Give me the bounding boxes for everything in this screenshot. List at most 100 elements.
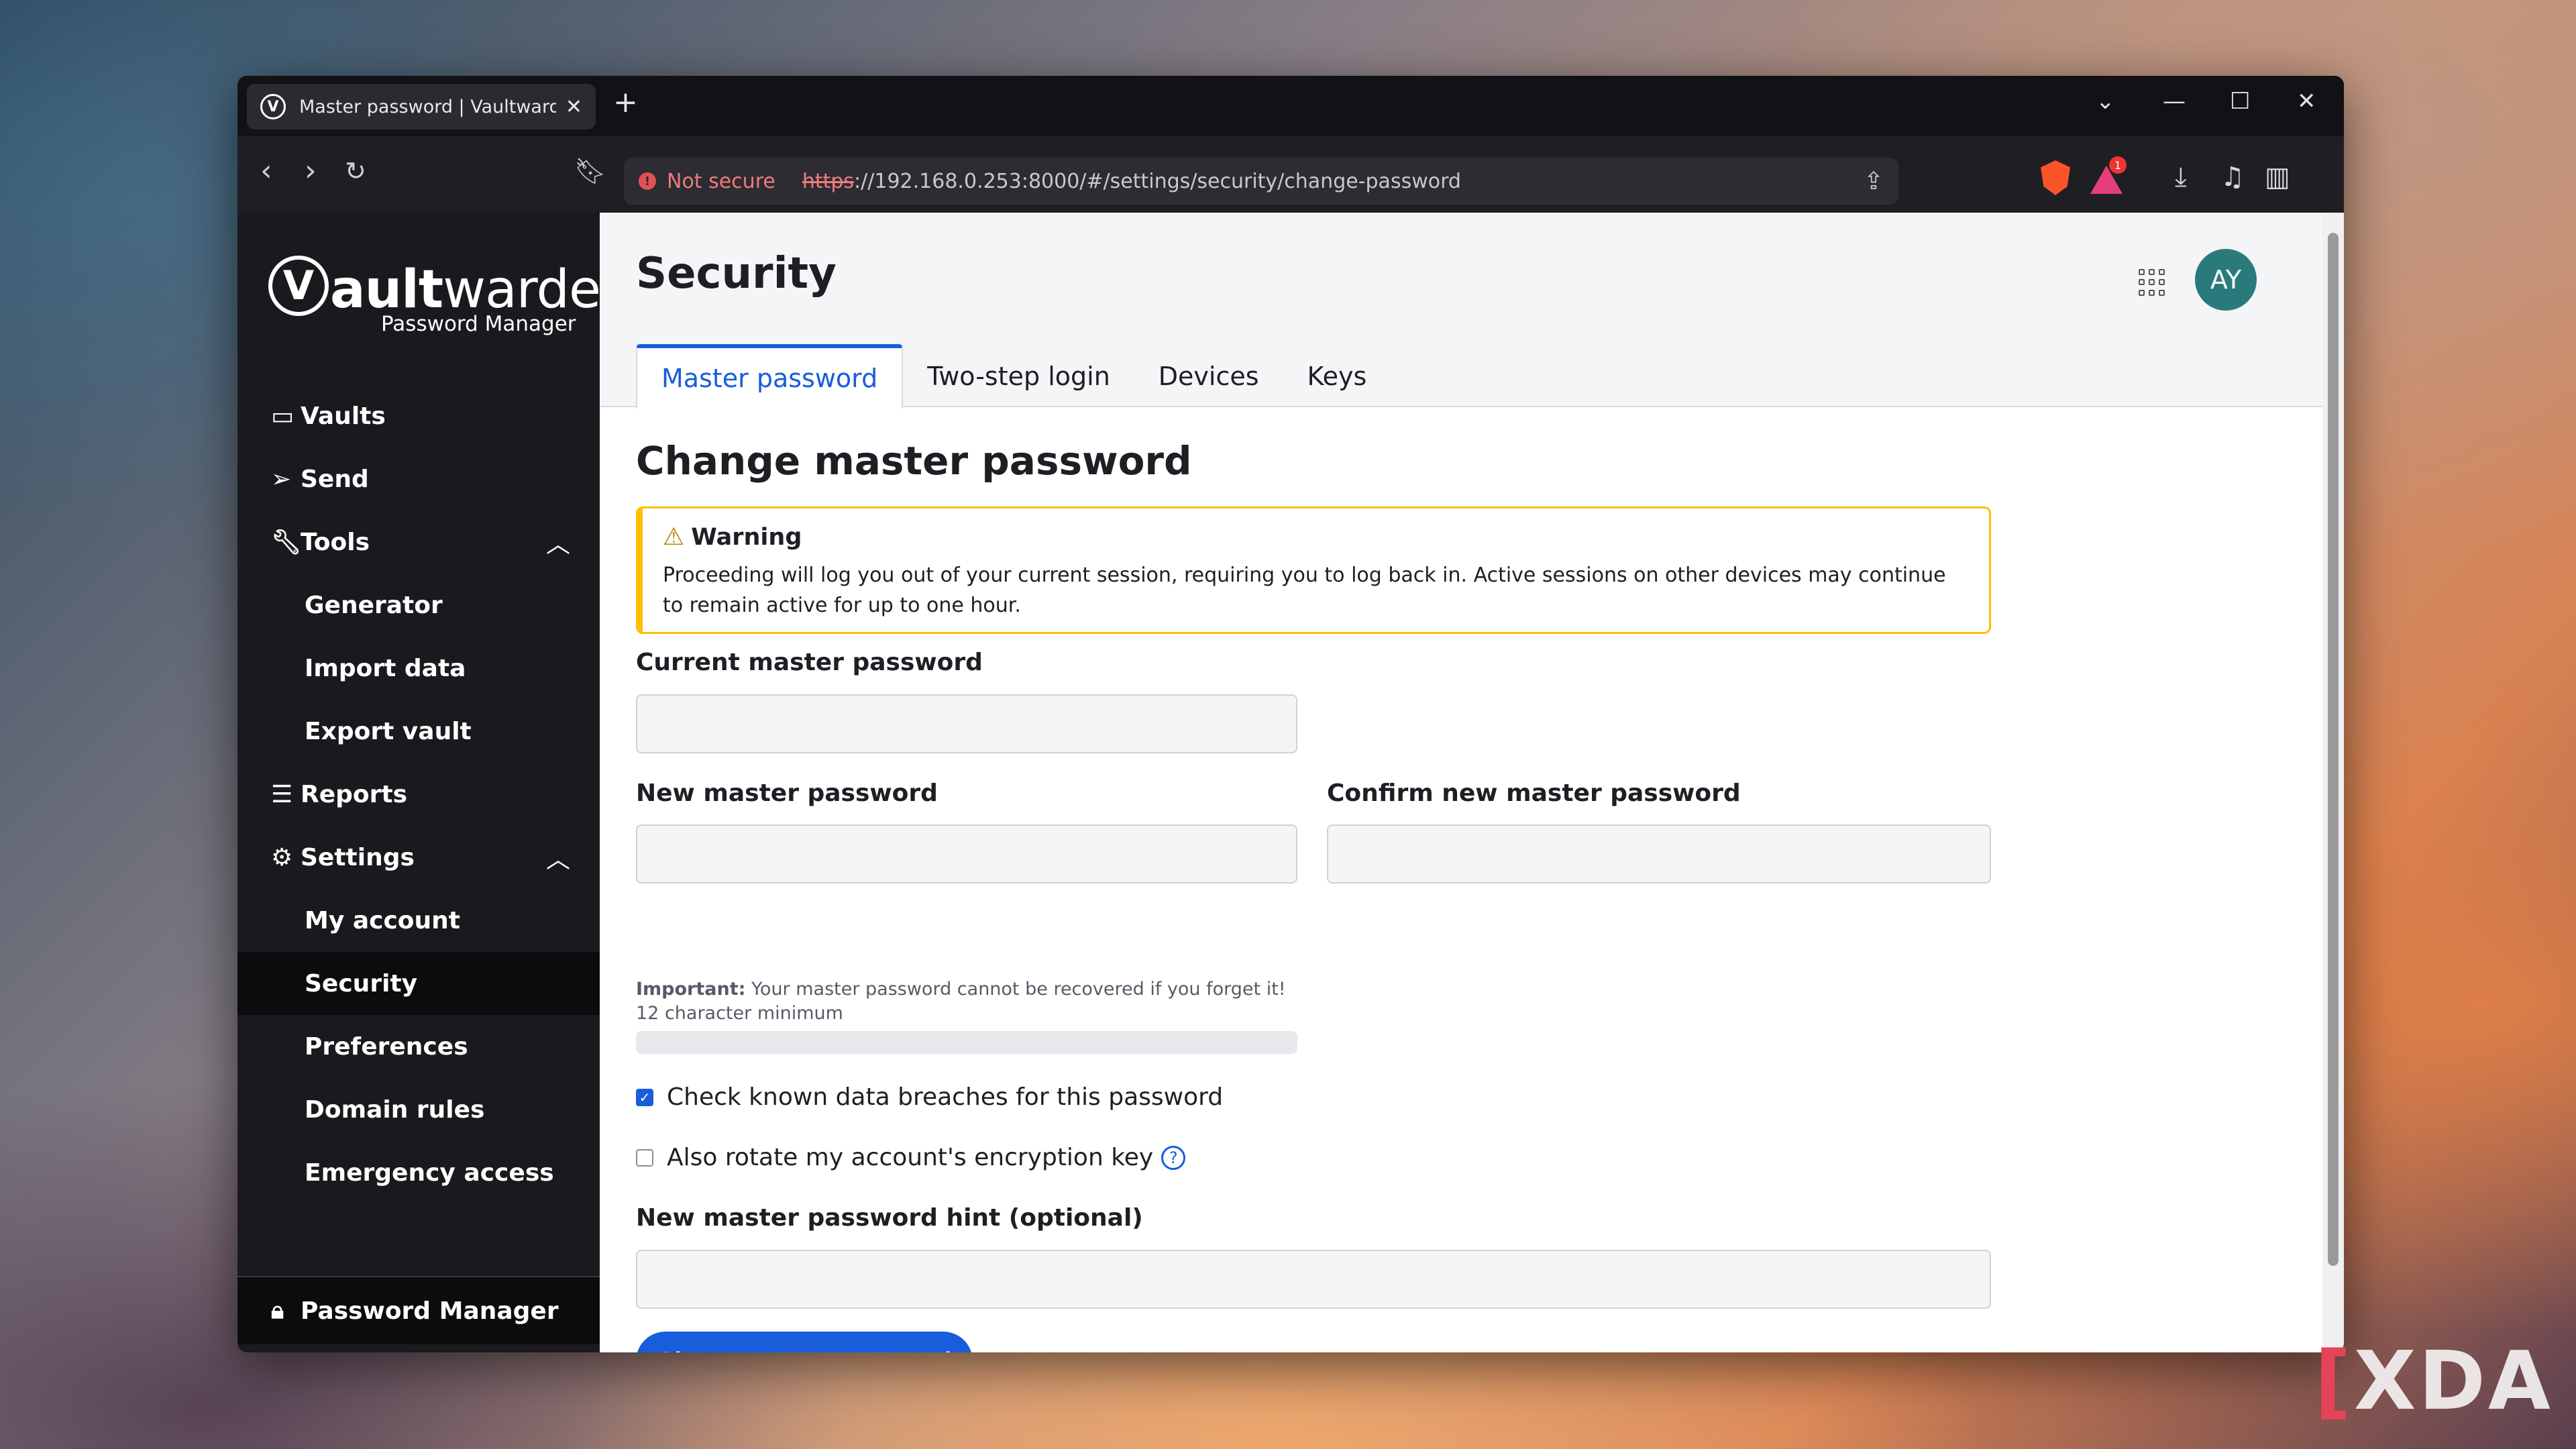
chevron-down-icon[interactable]: ⌄	[2096, 88, 2115, 115]
download-icon[interactable]: ⤓	[2175, 162, 2187, 193]
chevron-up-icon[interactable]: ︿	[546, 525, 570, 559]
new-password-label: New master password	[636, 780, 938, 807]
page-header: Security AY Master password Two-step log…	[600, 213, 2322, 409]
xda-bracket-icon: [	[2314, 1335, 2354, 1428]
new-password-input[interactable]	[636, 824, 1297, 883]
browser-tab[interactable]: V Master password | Vaultwarden ✕	[247, 84, 596, 129]
sidebar-item-label: Emergency access	[305, 1159, 554, 1187]
gear-icon: ⚙	[271, 843, 293, 871]
lock-icon: 🔒︎	[271, 1297, 284, 1324]
product-switcher[interactable]: 🔒︎ Password Manager	[237, 1277, 600, 1344]
chevron-up-icon[interactable]: ︿	[546, 840, 570, 875]
sidebar-item-label: Preferences	[305, 1032, 468, 1061]
rotate-key-option[interactable]: Also rotate my account's encryption key …	[636, 1144, 1186, 1171]
sidebar-item-generator[interactable]: Generator	[237, 574, 600, 637]
tab-title: Master password | Vaultwarden	[299, 96, 556, 117]
warning-body: Proceeding will log you out of your curr…	[663, 564, 1946, 617]
avatar[interactable]: AY	[2195, 249, 2257, 311]
sidebar-item-export-vault[interactable]: Export vault	[237, 700, 600, 763]
vaultwarden-app: V aultwarden Password Manager ▭ Vaults ➢…	[237, 213, 2322, 1352]
password-hint-input[interactable]	[636, 1250, 1991, 1309]
sidebar-item-label: Reports	[301, 780, 408, 808]
sidebar-item-label: Domain rules	[305, 1095, 485, 1124]
not-secure-icon: !	[639, 172, 656, 190]
url-path: ://192.168.0.253:8000/#/settings/securit…	[854, 169, 1461, 193]
sidebar-item-label: My account	[305, 906, 460, 934]
brand-name-bold: ault	[330, 260, 443, 320]
browser-window: V Master password | Vaultwarden ✕ + ⌄ — …	[237, 76, 2344, 1352]
share-icon[interactable]: ⇪	[1864, 168, 1884, 195]
xda-watermark: [XDA	[2314, 1335, 2553, 1428]
brave-rewards-icon[interactable]: 1	[2089, 156, 2127, 195]
page-title: Security	[636, 249, 837, 299]
product-menu-grid-icon[interactable]	[2139, 269, 2165, 296]
reload-icon[interactable]: ↻	[345, 156, 366, 186]
not-secure-label: Not secure	[667, 169, 775, 193]
url-scheme: https	[802, 169, 855, 193]
breach-check-label: Check known data breaches for this passw…	[667, 1083, 1224, 1111]
sidebar-item-my-account[interactable]: My account	[237, 889, 600, 952]
password-strength-meter	[636, 1031, 1297, 1054]
scrollbar-thumb[interactable]	[2328, 233, 2339, 1266]
change-master-password-button[interactable]: Change master password	[636, 1332, 973, 1352]
media-icon[interactable]: ♫	[2220, 162, 2245, 193]
password-hint-text: Important: Your master password cannot b…	[636, 977, 1300, 1026]
help-icon[interactable]: ?	[1161, 1145, 1186, 1170]
sidebar-item-label: Export vault	[305, 717, 472, 745]
section-title: Change master password	[636, 438, 1192, 484]
rotate-key-label: Also rotate my account's encryption key	[667, 1144, 1154, 1171]
sidebar-item-label: Import data	[305, 654, 466, 682]
sidebar-item-send[interactable]: ➢ Send	[237, 447, 600, 511]
sidebar-item-settings[interactable]: ⚙ Settings ︿	[237, 826, 600, 889]
sidebar-item-tools[interactable]: 🔧︎ Tools ︿	[237, 511, 600, 574]
rewards-badge: 1	[2109, 156, 2127, 174]
confirm-password-label: Confirm new master password	[1327, 780, 1741, 807]
main-content: Security AY Master password Two-step log…	[600, 213, 2322, 1352]
sidebar-item-reports[interactable]: ☰ Reports	[237, 763, 600, 826]
brand-tagline: Password Manager	[381, 312, 576, 336]
sidebar-item-preferences[interactable]: Preferences	[237, 1015, 600, 1078]
sidebar-item-security[interactable]: Security	[237, 952, 600, 1015]
hint-important: Important:	[636, 979, 746, 1000]
forward-icon[interactable]: ›	[305, 154, 317, 188]
sidebar-item-label: Send	[301, 465, 369, 493]
current-password-label: Current master password	[636, 649, 983, 676]
breach-check-option[interactable]: ✓ Check known data breaches for this pas…	[636, 1083, 1223, 1111]
sidebar-item-label: Security	[305, 969, 418, 998]
sidebar-item-import-data[interactable]: Import data	[237, 637, 600, 700]
sidebar-toggle-icon[interactable]: ▥	[2265, 162, 2290, 193]
bookmark-icon[interactable]: 🔖︎	[574, 156, 606, 186]
paper-plane-icon: ➢	[271, 465, 292, 493]
sidebar-item-label: Vaults	[301, 402, 386, 430]
vault-icon: ▭	[271, 402, 294, 430]
close-window-icon[interactable]: ✕	[2297, 88, 2316, 115]
address-bar[interactable]: ! Not secure https ://192.168.0.253:8000…	[624, 158, 1898, 205]
maximize-icon[interactable]: ☐	[2230, 88, 2250, 115]
sidebar-item-emergency-access[interactable]: Emergency access	[237, 1141, 600, 1204]
tab-two-step-login[interactable]: Two-step login	[903, 344, 1134, 409]
tab-keys[interactable]: Keys	[1283, 344, 1391, 409]
sidebar-item-label: Tools	[301, 528, 370, 556]
sidebar-item-label: Generator	[305, 591, 443, 619]
sidebar-item-vaults[interactable]: ▭ Vaults	[237, 384, 600, 447]
minimize-icon[interactable]: —	[2163, 88, 2186, 115]
close-tab-icon[interactable]: ✕	[566, 95, 582, 119]
vaultwarden-favicon-icon: V	[260, 94, 286, 119]
brand-wordmark: aultwarden	[330, 260, 633, 320]
breach-checkbox[interactable]: ✓	[636, 1088, 653, 1106]
sidebar: V aultwarden Password Manager ▭ Vaults ➢…	[237, 213, 633, 1352]
back-icon[interactable]: ‹	[260, 154, 272, 188]
rotate-key-checkbox[interactable]	[636, 1148, 653, 1167]
scrollbar[interactable]	[2322, 213, 2344, 1352]
hint-label: New master password hint (optional)	[636, 1204, 1143, 1232]
confirm-password-input[interactable]	[1327, 824, 1991, 883]
sidebar-item-label: Settings	[301, 843, 415, 871]
warning-callout: ⚠ Warning Proceeding will log you out of…	[636, 506, 1991, 634]
sidebar-item-domain-rules[interactable]: Domain rules	[237, 1078, 600, 1141]
current-password-input[interactable]	[636, 694, 1297, 753]
vaultwarden-logo-mark: V	[268, 256, 329, 316]
xda-text: XDA	[2353, 1335, 2553, 1428]
tab-master-password[interactable]: Master password	[636, 344, 904, 409]
tab-devices[interactable]: Devices	[1134, 344, 1283, 409]
new-tab-button[interactable]: +	[613, 85, 638, 119]
